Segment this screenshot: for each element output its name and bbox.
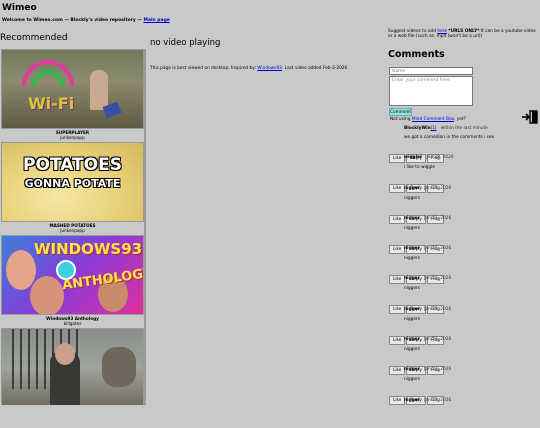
comment-item: nigger Jan 27, 2026 niggers Like Reply Fla…: [388, 367, 540, 406]
comment-item: nigger Jan 27, 2026 niggers Like Reply Fla…: [388, 276, 540, 315]
comment-text: niggers: [404, 256, 421, 262]
comment-input[interactable]: [389, 76, 473, 106]
thumbnail-figure: [90, 70, 108, 110]
thumbnail-caption: POTATOES: [23, 155, 122, 175]
submit-comment-button[interactable]: Comment: [389, 108, 412, 116]
best-viewed-text: This page is best viewed on desktop. Ins…: [150, 66, 256, 71]
comment-item: wiggler Jan 28, 2026 i like to wiggle Li…: [388, 155, 540, 194]
last-added-text: . Last video added Feb-3-2026: [281, 66, 348, 71]
comment-author: nigger: [404, 397, 420, 403]
comment-item: nigger Jan 27, 2026 niggers Like Reply Fla…: [388, 307, 540, 345]
comment-date: Jan 27, 2026: [424, 185, 452, 191]
recommended-item[interactable]: WINDOWS93 ANTHOLOGY Windows93 Anthology …: [0, 235, 145, 326]
not-using-note: Not using Mind Comment Box, yet?: [390, 117, 466, 122]
thumbnail-caption: Wi-Fi: [28, 94, 75, 113]
comment-date: Jan 27, 2026: [424, 397, 452, 403]
comment-author: nigger: [404, 276, 420, 282]
comment-author: nigger: [404, 246, 420, 252]
comment-date: Jan 27, 2026: [424, 306, 452, 312]
comment-date: Jan 27, 2026: [424, 337, 452, 343]
recommended-item[interactable]: Wi-Fi SUPERPLAYER junkenpopp: [0, 49, 145, 140]
video-thumbnail[interactable]: WINDOWS93 ANTHOLOGY: [1, 235, 144, 315]
video-thumbnail[interactable]: [1, 328, 144, 405]
verified-link[interactable]: (1): [431, 125, 437, 130]
video-author: junkenpopp: [60, 228, 85, 233]
page-footer-note: This page is best viewed on desktop. Ins…: [150, 66, 347, 71]
comment-text: niggers: [404, 316, 421, 322]
comment-meta: nigger Jan 27, 2026: [404, 367, 451, 372]
recommended-list[interactable]: Wi-Fi SUPERPLAYER junkenpopp POTATOES GO…: [0, 49, 146, 405]
inspired-link[interactable]: Windows93: [257, 66, 282, 71]
comment-meta: nigger Jan 27, 2026: [404, 276, 451, 281]
comment-date: Jan 27, 2026: [424, 215, 452, 221]
not-using-suffix: , yet?: [454, 117, 466, 122]
video-author: billgates: [63, 321, 82, 326]
comment-text: niggers: [404, 286, 421, 292]
comment-box-link[interactable]: Mind Comment Box: [412, 117, 454, 122]
comment-text: niggers: [404, 225, 421, 231]
welcome-banner: Welcome to Wimeo.com — Blockly's video r…: [2, 18, 170, 23]
welcome-text: Welcome to Wimeo.com — Blockly's video r…: [2, 18, 142, 23]
comment-author: nigger: [404, 306, 420, 312]
site-title: Wimeo: [2, 3, 37, 13]
thumbnail-caption: WINDOWS93: [34, 240, 143, 258]
recommended-item[interactable]: POTATOES GONNA POTATE MASHED POTATOES ju…: [0, 142, 145, 233]
main-page-link[interactable]: Main page: [143, 18, 169, 23]
comment-item: BlocklyWin(1) within the last minute we …: [388, 125, 540, 163]
video-thumbnail[interactable]: POTATOES GONNA POTATE: [1, 142, 144, 222]
video-thumbnail[interactable]: Wi-Fi: [1, 49, 144, 129]
suggest-note: Suggest videos to add here *URLS ONLY* I…: [388, 29, 536, 40]
thumbnail-elephant: [102, 347, 136, 387]
comment-text: niggers: [404, 347, 421, 353]
comment-author: BlocklyWin: [404, 126, 431, 131]
comment-list: BlocklyWin(1) within the last minute we …: [388, 125, 540, 428]
comment-meta: BlocklyWin(1) within the last minute: [404, 125, 488, 131]
thumbnail-face: [6, 250, 36, 290]
comment-author: nigger: [404, 185, 420, 191]
recommended-item[interactable]: [0, 328, 145, 405]
comment-meta: nigger Jan 27, 2026: [404, 246, 451, 251]
comment-item: nigger Jan 27, 2026 niggers Like Reply Fla…: [388, 186, 540, 224]
comment-text: niggers: [404, 195, 421, 201]
comment-author: nigger: [404, 215, 420, 221]
comment-item: nigger Jan 27, 2026 niggers Like Reply Fla…: [388, 246, 540, 285]
comment-item: nigger Jan 27, 2026 niggers Like Reply Fla…: [388, 337, 540, 376]
comment-meta: nigger Jan 27, 2026: [404, 398, 451, 403]
comment-author: wiggler: [404, 155, 423, 161]
comment-date: Jan 27, 2026: [424, 276, 452, 282]
player-status: no video playing: [150, 38, 221, 48]
video-author: junkenpopp: [60, 135, 85, 140]
comment-meta: nigger Jan 27, 2026: [404, 216, 451, 221]
comment-meta: nigger Jan 27, 2026: [404, 186, 451, 191]
comment-date: Jan 28, 2026: [426, 155, 454, 161]
comment-meta: wiggler Jan 28, 2026: [404, 155, 454, 160]
comment-date: within the last minute: [440, 126, 488, 131]
exit-door-icon[interactable]: [521, 110, 539, 124]
comment-author: nigger: [404, 367, 420, 373]
thumbnail-face: [30, 276, 64, 314]
comment-meta: nigger Jan 27, 2026: [404, 307, 451, 312]
sidebar-divider: [144, 49, 146, 405]
comment-item: nigger Jan 27, 2026 niggers Like Reply Fla…: [388, 216, 540, 254]
comment-date: Jan 27, 2026: [424, 246, 452, 252]
comment-text: niggers: [404, 377, 421, 383]
comment-author: nigger: [404, 337, 420, 343]
not-using-text: Not using: [390, 117, 411, 122]
comment-meta: nigger Jan 27, 2026: [404, 337, 451, 342]
comment-item: nigger Jan 27, 2026: [388, 398, 540, 428]
name-input[interactable]: [389, 67, 473, 75]
recommended-heading: Recommended: [0, 33, 68, 43]
thumbnail-head: [55, 343, 75, 365]
comment-text: i like to wiggle: [404, 165, 435, 171]
thumbnail-subcaption: GONNA POTATE: [24, 177, 121, 190]
comment-date: Jan 27, 2026: [424, 367, 452, 373]
comments-heading: Comments: [388, 49, 445, 60]
comment-text: we got a comedian in the comments i see: [404, 135, 495, 140]
